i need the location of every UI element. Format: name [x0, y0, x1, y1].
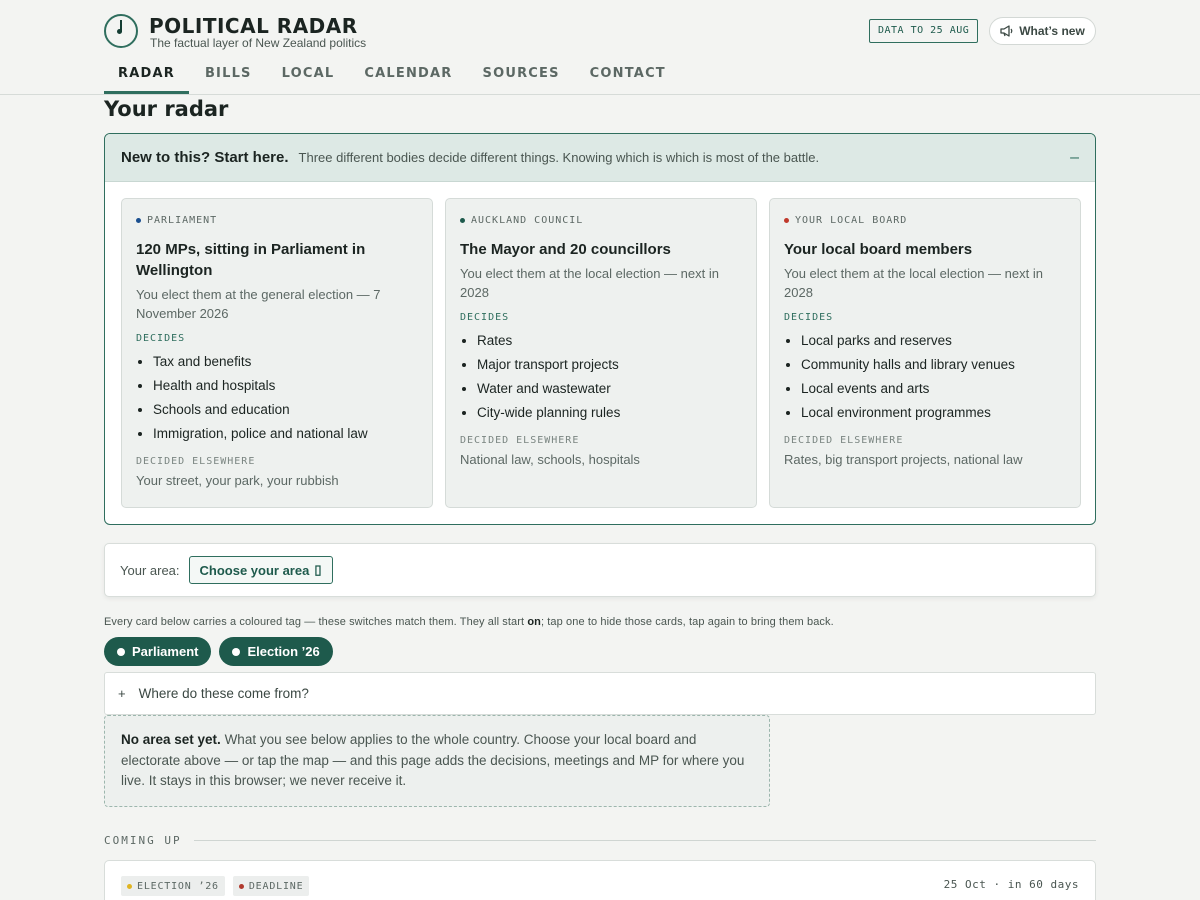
- list-item: City-wide planning rules: [477, 401, 742, 425]
- choose-area-label: Choose your area: [199, 562, 310, 578]
- filter-help-text: Every card below carries a coloured tag …: [104, 616, 834, 628]
- area-chooser: Your area: Choose your area ▯: [104, 543, 1096, 597]
- tag-dot-icon: [136, 217, 141, 223]
- choose-area-button[interactable]: Choose your area ▯: [188, 556, 333, 584]
- nav-item-sources[interactable]: SOURCES: [469, 58, 574, 94]
- list-item: Rates: [477, 329, 742, 353]
- decides-list: Local parks and reserves Community halls…: [784, 329, 1066, 425]
- card-tag-label: YOUR LOCAL BOARD: [795, 214, 908, 226]
- divider: [193, 840, 1096, 841]
- sources-toggle-label: Where do these come from?: [138, 686, 309, 701]
- explainer-header[interactable]: New to this? Start here. Three different…: [105, 134, 1095, 182]
- list-item: Major transport projects: [477, 353, 742, 377]
- filter-pill-election[interactable]: Election ’26: [219, 637, 333, 666]
- card-tag: AUCKLAND COUNCIL: [460, 213, 742, 227]
- coming-up-heading: COMING UP: [104, 834, 1096, 847]
- toggle-dot-icon: [117, 647, 125, 656]
- card-title: 120 MPs, sitting in Parliament in Wellin…: [136, 241, 366, 279]
- event-tag: ELECTION ’26: [121, 876, 225, 896]
- coming-up-label: COMING UP: [104, 834, 182, 847]
- nav-item-contact[interactable]: CONTACT: [576, 58, 680, 94]
- list-item: Local parks and reserves: [801, 329, 1066, 353]
- megaphone-icon: [1000, 25, 1013, 37]
- card-tag: PARLIAMENT: [136, 213, 418, 227]
- area-label: Your area:: [120, 562, 180, 578]
- elsewhere-text: Rates, big transport projects, national …: [784, 452, 1023, 467]
- card-tag-label: AUCKLAND COUNCIL: [471, 214, 584, 226]
- event-date: 25 Oct · in 60 days: [943, 878, 1079, 891]
- expand-icon: +: [118, 686, 126, 701]
- sources-toggle[interactable]: + Where do these come from?: [104, 672, 1096, 715]
- decides-list: Tax and benefits Health and hospitals Sc…: [136, 350, 418, 446]
- filter-pills: Parliament Election ’26: [104, 637, 333, 666]
- explainer-subtitle: Three different bodies decide different …: [298, 150, 820, 165]
- card-local-board: YOUR LOCAL BOARD Your local board member…: [769, 198, 1081, 508]
- page-title: Your radar: [104, 97, 229, 121]
- nav-item-local[interactable]: LOCAL: [268, 58, 349, 94]
- card-tag-label: PARLIAMENT: [147, 214, 218, 226]
- card-title: Your local board members: [784, 241, 973, 258]
- list-item: Tax and benefits: [153, 350, 418, 374]
- tag-dot-icon: [784, 217, 789, 223]
- event-tag-label: ELECTION ’26: [137, 880, 219, 892]
- list-item: Health and hospitals: [153, 374, 418, 398]
- card-description: You elect them at the local election — n…: [784, 266, 1043, 300]
- filter-pill-parliament[interactable]: Parliament: [104, 637, 212, 666]
- event-card[interactable]: ELECTION ’26 DEADLINE 25 Oct · in 60 day…: [104, 860, 1096, 900]
- card-description: You elect them at the general election —…: [136, 287, 381, 321]
- list-item: Immigration, police and national law: [153, 422, 418, 446]
- elsewhere-text: Your street, your park, your rubbish: [136, 473, 339, 488]
- explainer-title: New to this? Start here.: [121, 149, 289, 166]
- list-item: Water and wastewater: [477, 377, 742, 401]
- decides-label: DECIDES: [460, 312, 510, 323]
- list-item: Community halls and library venues: [801, 353, 1066, 377]
- list-item: Local environment programmes: [801, 401, 1066, 425]
- body-cards: PARLIAMENT 120 MPs, sitting in Parliamen…: [121, 198, 1081, 508]
- card-parliament: PARLIAMENT 120 MPs, sitting in Parliamen…: [121, 198, 433, 508]
- tag-dot-icon: [127, 883, 132, 889]
- elsewhere-label: DECIDED ELSEWHERE: [460, 435, 580, 446]
- toggle-dot-icon: [232, 647, 241, 656]
- radar-logo-icon[interactable]: [104, 14, 138, 48]
- notice-title: No area set yet.: [121, 732, 221, 747]
- event-tag-label: DEADLINE: [248, 880, 304, 892]
- elsewhere-label: DECIDED ELSEWHERE: [136, 456, 256, 467]
- list-item: Local events and arts: [801, 377, 1066, 401]
- explainer-panel: New to this? Start here. Three different…: [104, 133, 1096, 525]
- list-item: Schools and education: [153, 398, 418, 422]
- whats-new-button[interactable]: What’s new: [989, 17, 1096, 45]
- data-freshness-badge: DATA TO 25 AUG: [869, 19, 979, 43]
- decides-label: DECIDES: [136, 333, 186, 344]
- event-tags: ELECTION ’26 DEADLINE: [121, 876, 310, 896]
- decides-label: DECIDES: [784, 312, 834, 323]
- elsewhere-text: National law, schools, hospitals: [460, 452, 640, 467]
- no-area-notice: No area set yet. What you see below appl…: [104, 715, 770, 807]
- card-title: The Mayor and 20 councillors: [460, 241, 671, 258]
- help-text-part: ; tap one to hide those cards, tap again…: [540, 616, 834, 628]
- main-nav: RADAR BILLS LOCAL CALENDAR SOURCES CONTA…: [104, 58, 682, 94]
- brand-name[interactable]: POLITICAL RADAR: [149, 14, 358, 38]
- nav-item-bills[interactable]: BILLS: [191, 58, 266, 94]
- card-tag: YOUR LOCAL BOARD: [784, 213, 1066, 227]
- help-text-part: Every card below carries a coloured tag …: [104, 616, 528, 628]
- whats-new-label: What’s new: [1019, 24, 1085, 38]
- pill-label: Election ’26: [247, 644, 320, 659]
- collapse-icon[interactable]: –: [1070, 149, 1079, 167]
- card-auckland-council: AUCKLAND COUNCIL The Mayor and 20 counci…: [445, 198, 757, 508]
- event-tag: DEADLINE: [232, 876, 310, 896]
- site-header: POLITICAL RADAR The factual layer of New…: [0, 0, 1200, 95]
- tag-dot-icon: [460, 217, 465, 223]
- pill-label: Parliament: [132, 644, 199, 659]
- brand-tagline: The factual layer of New Zealand politic…: [150, 36, 367, 50]
- card-description: You elect them at the local election — n…: [460, 266, 719, 300]
- choose-area-icon: ▯: [314, 562, 322, 577]
- help-text-bold: on: [527, 616, 541, 628]
- nav-item-radar[interactable]: RADAR: [104, 58, 189, 94]
- decides-list: Rates Major transport projects Water and…: [460, 329, 742, 425]
- nav-item-calendar[interactable]: CALENDAR: [350, 58, 466, 94]
- elsewhere-label: DECIDED ELSEWHERE: [784, 435, 904, 446]
- tag-dot-icon: [238, 883, 244, 889]
